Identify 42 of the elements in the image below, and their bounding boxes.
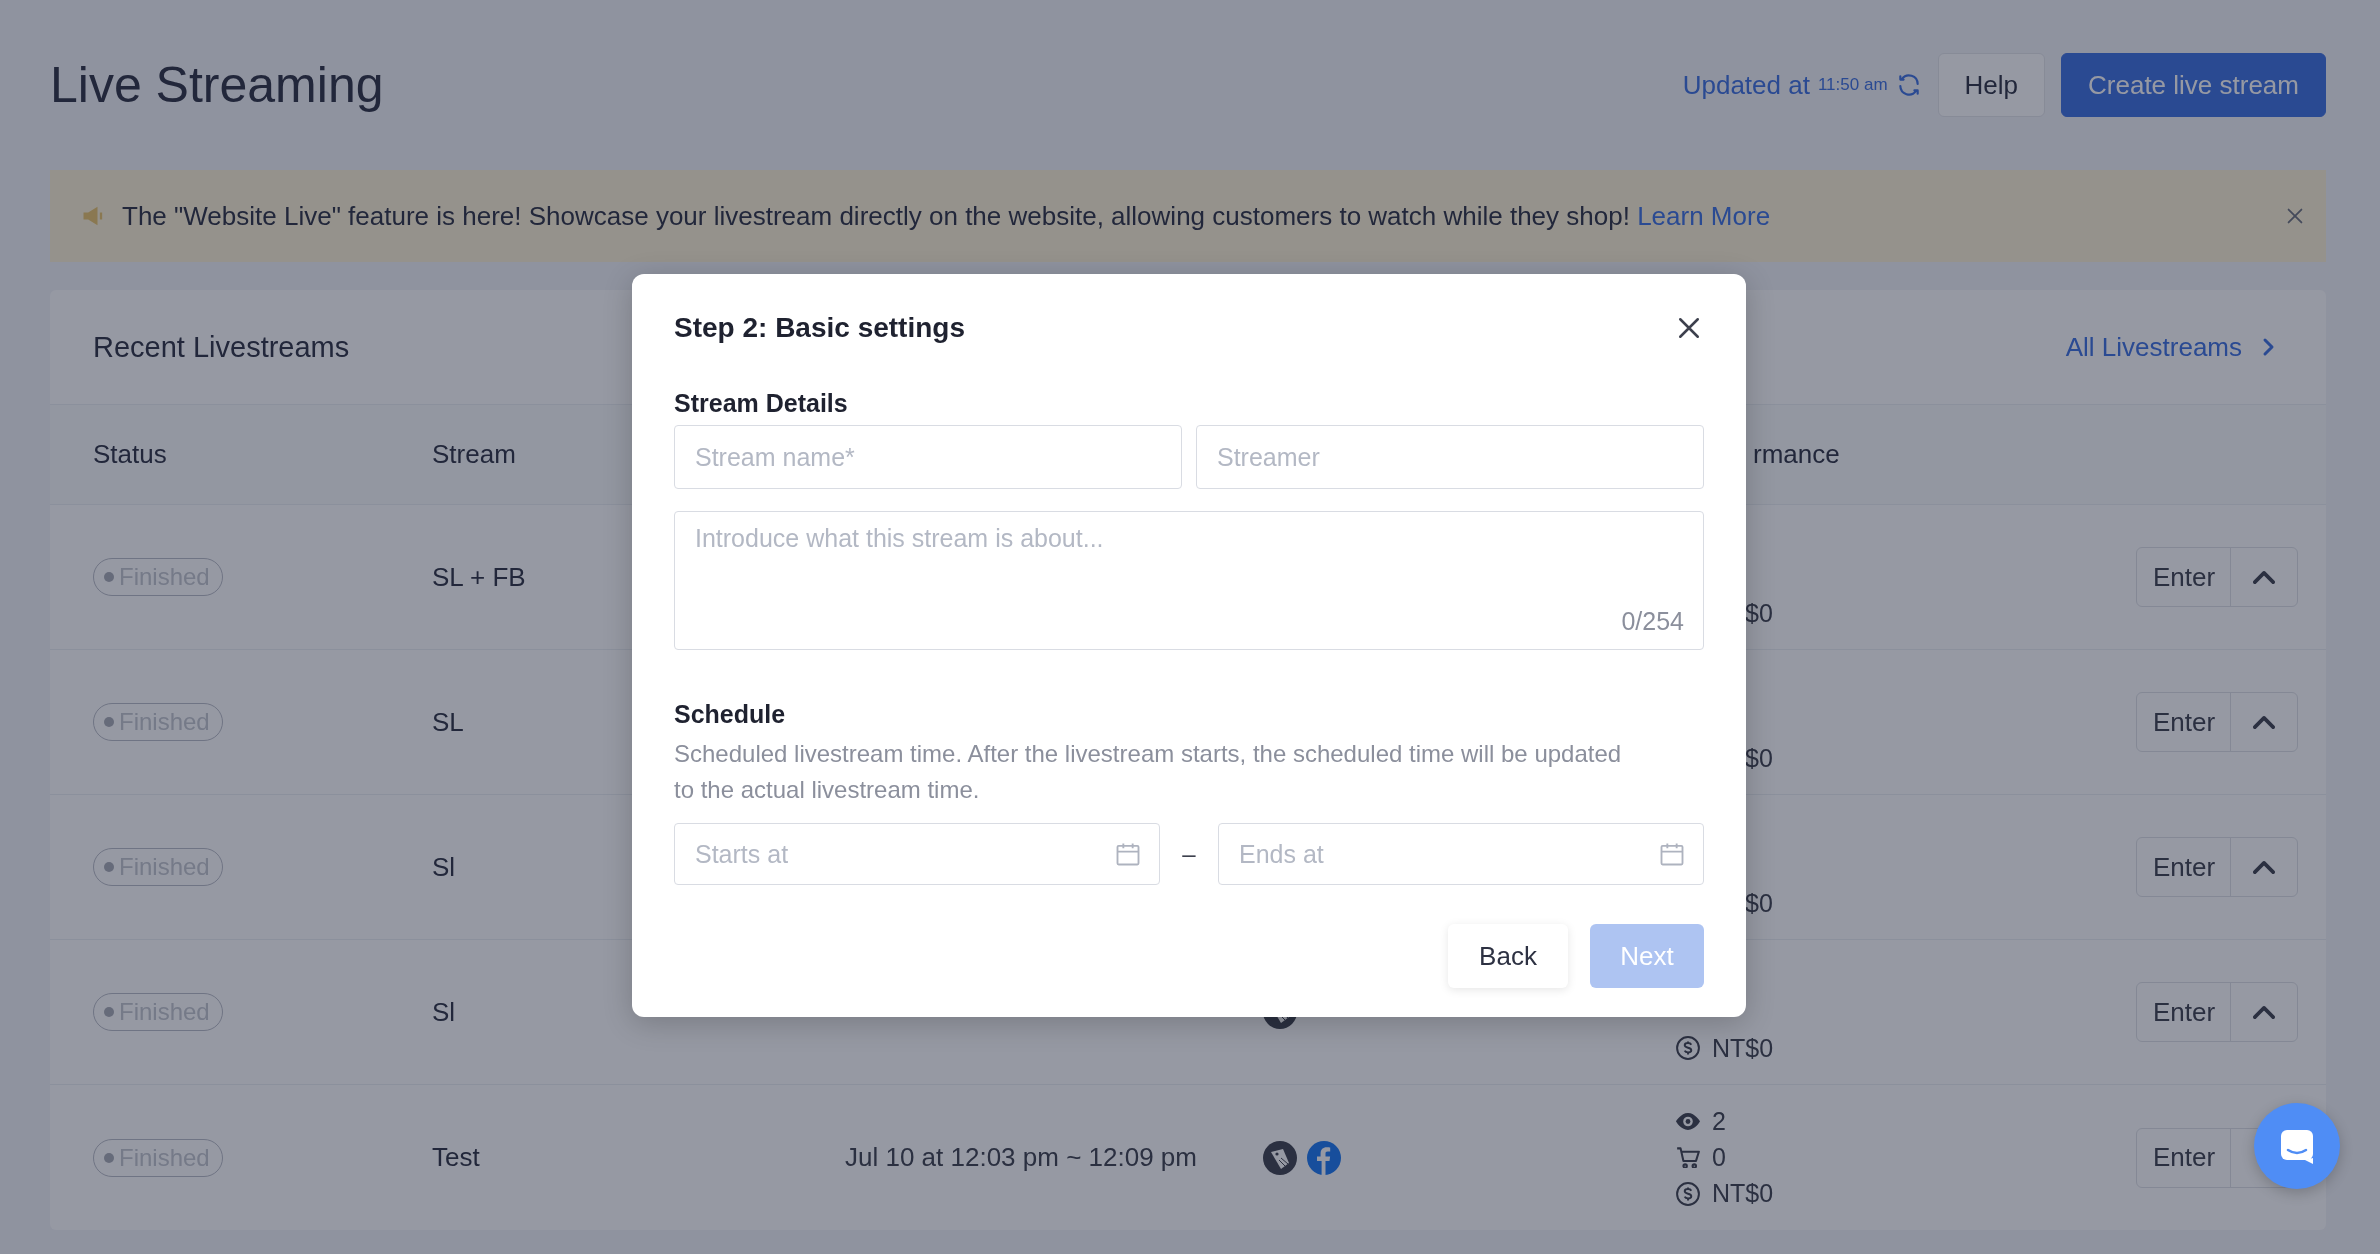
metric-value: $0 [1745,598,1773,628]
column-header: Stream [432,439,516,469]
tag-logo-icon [1262,1139,1298,1176]
metric-value: $0 [1745,888,1773,918]
schedule-description: Scheduled livestream time. After the livestream starts, the scheduled time will be updated to the actual livestream time. [674,739,1623,805]
end-date-field[interactable]: Ends at [1218,823,1704,885]
streamer-field[interactable]: Streamer [1196,425,1704,489]
social-logo-icon [1306,1139,1342,1176]
caret-up-icon [2253,1005,2275,1019]
column-header: Status [93,439,167,469]
stream-name: SL [432,706,464,737]
metric-value: $0 [1745,743,1773,773]
stream-name: Sl [432,996,456,1027]
updated-label: Updated at [1682,69,1810,101]
stream-name: Sl [432,851,456,882]
updated-time: 11:50 am [1817,75,1888,95]
start-date-field[interactable]: Starts at [674,823,1160,885]
dialog-title: Step 2: Basic settings [674,312,965,344]
stream-time: Jul 10 at 12:03 pm ~ 12:09 pm [845,1142,1197,1172]
column-header: rmance [1753,439,1840,469]
stream-name: SL + FB [432,561,526,592]
back-button[interactable]: Back [1448,924,1568,988]
stream-name: Test [432,1142,480,1172]
metric-value: NT$0 [1712,1033,1774,1063]
learn-more-link[interactable]: Learn More [1637,200,1771,231]
metric-value: 0 [1712,1143,1726,1172]
caret-up-icon [2253,860,2275,874]
character-counter: 0/254 [1621,607,1684,636]
metric-value: 2 [1712,1107,1726,1136]
help-button[interactable]: Help [1937,53,2046,117]
section-label: Schedule [674,698,787,730]
all-livestreams-link[interactable]: All Livestreams [2065,331,2280,363]
metric-value: NT$0 [1712,1179,1774,1208]
page-title: Live Streaming [50,56,384,114]
caret-up-icon [2253,570,2275,584]
create-live-stream-button[interactable]: Create live stream [2061,53,2326,117]
announcement-text: The "Website Live" feature is here! Showcase your livestream directly on the website, allowing customers to watch while they shop! Learn More [122,200,1772,232]
section-label: Stream Details [674,388,849,419]
range-separator: – [1181,840,1197,868]
stream-name-field[interactable]: Stream name* [674,425,1182,489]
caret-up-icon [2253,715,2275,729]
card-title: Recent Livestreams [93,330,350,364]
